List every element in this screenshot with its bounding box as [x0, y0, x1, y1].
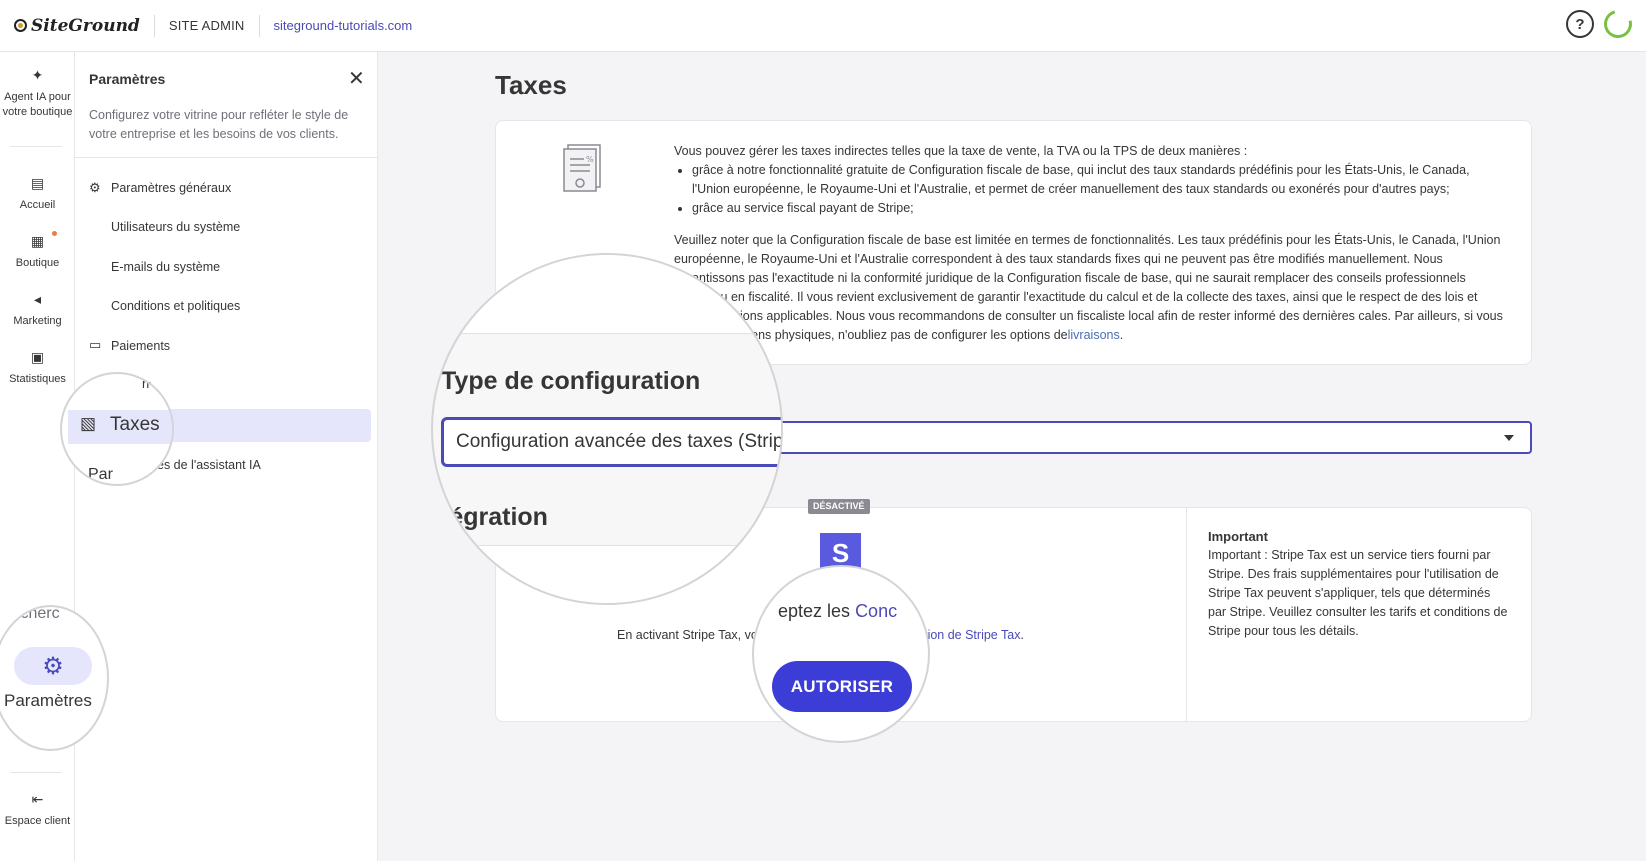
tax-options-list: grâce à notre fonctionnalité gratuite de…	[692, 161, 1504, 218]
rail-shop[interactable]: ▦ Boutique	[0, 234, 75, 271]
brand-name: SiteGround	[31, 15, 140, 36]
help-icon[interactable]: ?	[1566, 10, 1594, 38]
rail-home-label: Accueil	[19, 199, 56, 211]
list-item: grâce à notre fonctionnalité gratuite de…	[692, 161, 1504, 199]
divider	[1186, 508, 1187, 721]
divider	[754, 742, 930, 743]
menu-fragment: Par	[88, 466, 113, 483]
panel-title: Paramètres	[89, 71, 166, 87]
chart-icon: ▣	[30, 349, 45, 365]
menu-payments[interactable]: Paiements	[111, 339, 170, 353]
siteground-logo[interactable]: SiteGround	[14, 16, 140, 36]
mag-background	[433, 255, 781, 333]
site-admin-label: SITE ADMIN	[168, 18, 245, 33]
menu-ai-assistant-settings[interactable]: es de l'assistant IA	[157, 458, 261, 472]
menu-fragment: n	[142, 376, 150, 391]
megaphone-icon: ◂	[33, 291, 42, 307]
rail-divider	[10, 772, 62, 773]
rail-ai-agent[interactable]: ✦ Agent IA pour votre boutique	[0, 68, 75, 120]
gear-icon: ⚙	[42, 652, 64, 680]
shipping-link[interactable]: livraisons	[1068, 328, 1120, 342]
logo-mark-icon	[14, 19, 27, 32]
menu-taxes[interactable]: Taxes	[110, 414, 160, 436]
rail-settings-button[interactable]: ⚙	[14, 647, 92, 685]
rail-ai-agent-label: Agent IA pour votre boutique	[2, 91, 73, 118]
authorize-button[interactable]: AUTORISER	[772, 661, 912, 712]
menu-system-users[interactable]: Utilisateurs du système	[111, 220, 240, 234]
tax-document-icon: %	[563, 144, 601, 192]
gear-icon: ⚙	[89, 180, 101, 195]
shop-icon: ▦	[30, 233, 45, 249]
menu-terms-policies[interactable]: Conditions et politiques	[111, 299, 240, 313]
page-title: Taxes	[495, 70, 567, 100]
divider	[433, 545, 781, 546]
magnifier-config: Type de configuration Configuration avan…	[431, 253, 783, 605]
rail-stats-label: Statistiques	[9, 373, 66, 385]
rail-marketing-label: Marketing	[13, 315, 62, 327]
divider	[153, 14, 155, 37]
note-paragraph: Veuillez noter que la Configuration fisc…	[674, 233, 1503, 342]
top-bar: SiteGround SITE ADMIN siteground-tutoria…	[0, 0, 1646, 52]
sparkle-icon: ✦	[31, 67, 44, 83]
consent-fragment: eptez les Conc	[778, 601, 897, 622]
rail-settings-label: Paramètres	[4, 691, 92, 710]
site-domain-link[interactable]: siteground-tutorials.com	[274, 18, 413, 33]
divider	[258, 14, 260, 37]
credit-card-icon: ▭	[89, 337, 102, 352]
note-text: Veuillez noter que la Configuration fisc…	[674, 233, 1503, 342]
tax-file-icon: ▧	[80, 414, 97, 433]
integration-heading: tégration	[441, 503, 548, 531]
search-fragment: Recherc	[0, 605, 60, 622]
logout-icon: ⇤	[31, 791, 44, 807]
loader-icon	[1598, 4, 1638, 44]
mag-background	[433, 545, 781, 603]
rail-home[interactable]: ▤ Accueil	[0, 176, 75, 213]
svg-text:%: %	[586, 155, 594, 164]
config-type-select-zoomed[interactable]: Configuration avancée des taxes (Strip	[441, 417, 781, 467]
menu-general-settings[interactable]: Paramètres généraux	[111, 181, 231, 195]
status-badge: DÉSACTIVÉ	[808, 499, 870, 514]
consent-fragment-text: eptez les	[778, 601, 851, 621]
conditions-link[interactable]: Conc	[855, 601, 897, 621]
rail-marketing[interactable]: ◂ Marketing	[0, 292, 75, 329]
rail-client-area-label: Espace client	[4, 815, 71, 827]
dashboard-icon: ▤	[30, 175, 45, 191]
rail-stats[interactable]: ▣ Statistiques	[0, 350, 75, 387]
panel-description: Configurez votre vitrine pour refléter l…	[89, 108, 349, 141]
rail-divider	[10, 146, 62, 147]
magnifier-authorize: eptez les Conc AUTORISER	[752, 565, 930, 743]
magnifier-taxes: ▧ Taxes n Par	[60, 372, 174, 486]
rail-shop-label: Boutique	[15, 257, 60, 269]
chevron-down-icon	[1504, 435, 1514, 441]
divider	[433, 333, 781, 334]
panel-divider	[75, 157, 378, 158]
close-icon[interactable]: ✕	[348, 66, 365, 91]
important-title: Important	[1208, 529, 1268, 544]
config-type-heading: Type de configuration	[441, 367, 701, 395]
important-text: Important : Stripe Tax est un service ti…	[1208, 548, 1508, 638]
tax-info-text: Vous pouvez gérer les taxes indirectes t…	[674, 142, 1504, 345]
list-item: grâce au service fiscal payant de Stripe…	[692, 199, 1504, 218]
intro-text: Vous pouvez gérer les taxes indirectes t…	[674, 144, 1248, 158]
consent-line: En activant Stripe Tax, vo	[617, 628, 758, 642]
menu-system-emails[interactable]: E-mails du système	[111, 260, 220, 274]
rail-client-area[interactable]: ⇤ Espace client	[0, 792, 75, 829]
